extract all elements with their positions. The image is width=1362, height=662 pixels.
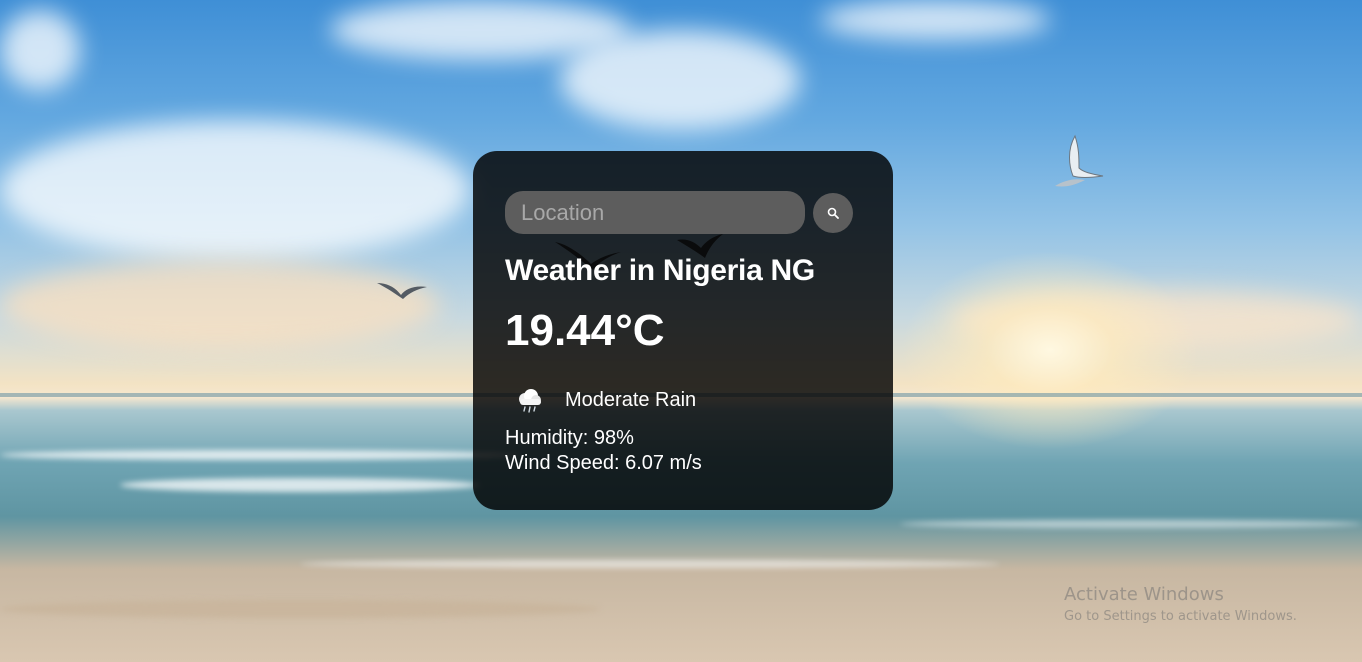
location-title: Weather in Nigeria NG <box>505 254 815 287</box>
watermark-subtitle: Go to Settings to activate Windows. <box>1064 609 1297 624</box>
search-button[interactable] <box>813 192 853 233</box>
seagull-icon <box>377 283 427 299</box>
location-search-input[interactable] <box>505 191 805 234</box>
sun-glow <box>900 250 1200 450</box>
wave <box>120 478 480 492</box>
wave <box>900 520 1362 528</box>
cloud <box>0 10 80 90</box>
humidity-value: Humidity: 98% <box>505 427 634 449</box>
wet-sand <box>0 600 600 618</box>
temperature-value: 19.44°C <box>505 306 665 355</box>
wave <box>300 560 1000 568</box>
weather-condition: Moderate Rain <box>505 384 861 416</box>
rain-cloud-icon <box>519 389 541 413</box>
search-bar <box>505 191 861 234</box>
wind-speed-value: Wind Speed: 6.07 m/s <box>505 452 702 474</box>
watermark-title: Activate Windows <box>1064 584 1224 605</box>
weather-description: Moderate Rain <box>565 388 697 411</box>
weather-card: Weather in Nigeria NG 19.44°C Moderate R… <box>473 151 893 510</box>
seagull-icon <box>1055 134 1104 187</box>
cloud <box>820 0 1050 40</box>
cloud <box>0 260 440 350</box>
search-icon <box>827 207 839 219</box>
weather-details: Humidity: 98% Wind Speed: 6.07 m/s <box>505 426 861 476</box>
cloud <box>0 120 470 260</box>
activation-watermark: Activate Windows Go to Settings to activ… <box>1064 584 1297 624</box>
wave <box>0 450 520 460</box>
cloud <box>560 30 800 130</box>
